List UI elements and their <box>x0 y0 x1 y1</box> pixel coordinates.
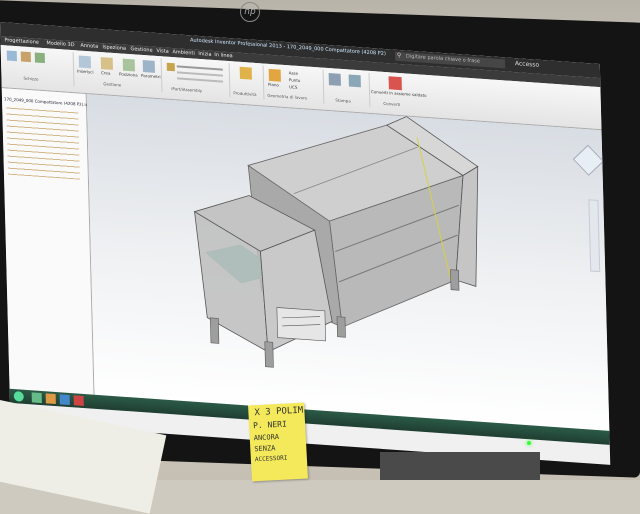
ipart-icon[interactable] <box>166 62 175 72</box>
search-icon: ⚲ <box>396 51 402 60</box>
plane-button[interactable] <box>268 68 281 82</box>
support-leg <box>450 269 460 291</box>
ribbon-group-print: Stampa <box>324 69 371 107</box>
plane-label: Piano <box>267 81 279 88</box>
convert-weldment-button[interactable] <box>388 76 402 91</box>
control-panel <box>276 307 326 342</box>
ipart-line <box>177 77 224 83</box>
tab-ambienti[interactable]: Ambienti <box>172 49 195 57</box>
ribbon-group-work-geometry: Piano Asse Punto UCS Geometria di lavoro <box>264 65 325 104</box>
create-component-button[interactable] <box>100 57 114 70</box>
axis-button[interactable]: Asse <box>289 70 299 76</box>
parameters-button[interactable] <box>142 60 155 73</box>
support-leg <box>264 341 274 368</box>
ribbon-group-ipart: iPart/iAssembly <box>162 58 231 98</box>
browser-tree-lines <box>6 104 80 180</box>
productivity-button[interactable] <box>239 66 252 80</box>
ribbon-group-label: iPart/iAssembly <box>171 86 203 94</box>
place-component-label: Posiziona <box>119 71 138 78</box>
support-leg <box>209 317 220 344</box>
sticky-line: ACCESSORI <box>254 454 288 464</box>
tab-vista[interactable]: Vista <box>156 48 168 55</box>
ipart-line <box>176 71 223 77</box>
parameters-label: Parametri <box>141 72 161 80</box>
tab-progettazione[interactable]: Progettazione <box>4 37 39 45</box>
ribbon-group-label: Gestione <box>103 81 122 88</box>
start-button[interactable] <box>13 391 24 402</box>
model-browser: 170_2049_000 Compattatore (4208 P2).iam <box>1 88 95 395</box>
taskbar-app-icon[interactable] <box>59 394 70 406</box>
ribbon-group-label: Stampa <box>335 97 351 104</box>
tab-ispeziona[interactable]: Ispeziona <box>102 44 126 52</box>
sticky-line: P. NERI <box>252 419 288 431</box>
insert-component-button[interactable] <box>78 55 92 69</box>
ribbon-group-sketch: Schizzo <box>2 47 75 87</box>
sticky-line: X 3 POLIM <box>254 405 304 419</box>
ribbon-group-label: Produttività <box>233 90 257 98</box>
tab-annota[interactable]: Annota <box>80 43 98 50</box>
sketch-tool-icon[interactable] <box>20 51 31 63</box>
tab-modello-3d[interactable]: Modello 3D <box>46 40 74 48</box>
screen: Autodesk Inventor Professional 2013 - 17… <box>0 22 611 465</box>
ribbon-group-convert: Converti in assieme saldato Converti <box>370 73 427 111</box>
tab-in-linea[interactable]: In linea <box>214 52 232 59</box>
tab-gestione[interactable]: Gestione <box>130 46 152 54</box>
sketch-tool-icon[interactable] <box>6 50 17 62</box>
tab-inizia[interactable]: Inizia <box>198 51 211 58</box>
print-button[interactable] <box>328 73 341 86</box>
monitor-stand <box>380 452 540 480</box>
ribbon-group-label: Schizzo <box>23 75 39 82</box>
account-button[interactable]: Accesso <box>515 60 539 69</box>
hp-logo-icon: hp <box>240 2 260 22</box>
ucs-button[interactable]: UCS <box>289 84 297 90</box>
power-led-icon <box>527 441 531 445</box>
ribbon-group-label: Converti <box>383 100 401 108</box>
sketch-tool-icon[interactable] <box>34 52 45 64</box>
place-component-button[interactable] <box>122 58 136 72</box>
taskbar-app-icon[interactable] <box>31 392 42 404</box>
3d-viewport[interactable] <box>86 94 610 431</box>
sticky-line: ANCORA <box>253 432 280 443</box>
convert-weldment-label: Converti in assieme saldato <box>370 89 427 98</box>
ribbon-group-label: Geometria di lavoro <box>267 92 308 101</box>
tubes-button[interactable] <box>348 74 361 88</box>
taskbar-app-icon[interactable] <box>45 393 56 405</box>
sticky-line: SENZA <box>254 444 276 454</box>
search-input[interactable]: Digitare parola chiave o frase <box>406 53 480 64</box>
ribbon-group-components: Inserisci Crea Posiziona Parametri Gesti… <box>74 52 163 93</box>
ribbon-group-productivity: Produttività <box>230 63 265 100</box>
ipart-line <box>176 65 223 71</box>
compactor-model <box>193 116 479 368</box>
support-leg <box>336 316 346 338</box>
sticky-note: X 3 POLIM P. NERI ANCORA SENZA ACCESSORI <box>248 402 308 482</box>
insert-component-label: Inserisci <box>77 68 94 75</box>
point-button[interactable]: Punto <box>289 77 301 83</box>
create-component-label: Crea <box>101 70 111 76</box>
taskbar-app-icon[interactable] <box>73 395 84 407</box>
